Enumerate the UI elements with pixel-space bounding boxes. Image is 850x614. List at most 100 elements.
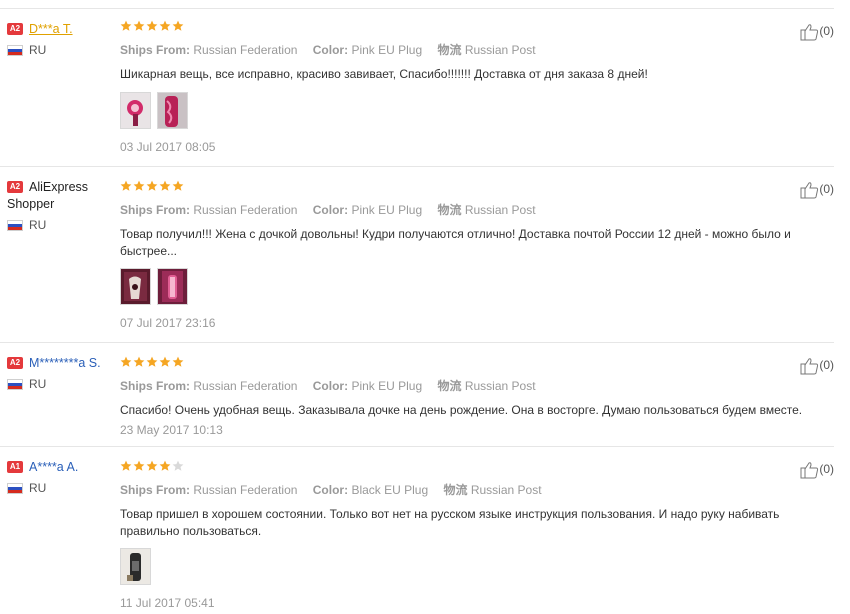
star-icon	[133, 356, 145, 368]
useful-count: (0)	[819, 24, 834, 38]
country: RU	[7, 43, 117, 57]
logistics-label: 物流	[437, 379, 462, 393]
logistics-label: 物流	[437, 203, 462, 217]
useful-button[interactable]: (0)	[794, 22, 834, 41]
useful-button[interactable]: (0)	[794, 460, 834, 479]
country-code: RU	[29, 376, 47, 391]
review-text: Товар получил!!! Жена с дочкой довольны!…	[120, 227, 791, 258]
review-text: Спасибо! Очень удобная вещь. Заказывала …	[120, 403, 803, 417]
user-info: A2 M********a S. RU	[7, 354, 117, 391]
review-text: Товар пришел в хорошем состоянии. Только…	[120, 507, 780, 538]
thumbs-up-icon[interactable]	[800, 23, 819, 41]
color-value: Pink EU Plug	[351, 379, 423, 393]
country: RU	[7, 218, 117, 232]
star-icon	[146, 356, 158, 368]
feedback-list: A2 D***a T. RU Ships From: Russian Federa…	[0, 0, 850, 614]
color-label: Color:	[312, 483, 349, 497]
buyer-level-badge: A2	[7, 356, 23, 369]
useful-button[interactable]: (0)	[794, 356, 834, 375]
star-icon	[172, 20, 184, 32]
country-code: RU	[29, 42, 47, 57]
user-info: A2 D***a T. RU	[7, 20, 117, 57]
logistics-value: Russian Post	[464, 203, 536, 217]
buyer-level-badge: A2	[7, 180, 23, 193]
star-rating	[120, 20, 835, 34]
review-photo-thumbnail[interactable]	[157, 268, 188, 305]
useful-count: (0)	[819, 358, 834, 372]
review-content: Ships From: Russian Federation Color: Pi…	[120, 356, 835, 437]
star-icon	[133, 20, 145, 32]
star-icon	[159, 460, 171, 472]
country: RU	[7, 377, 117, 391]
thumbs-up-icon[interactable]	[800, 357, 819, 375]
order-info: Ships From: Russian Federation Color: Pi…	[120, 203, 835, 218]
logistics-label: 物流	[443, 483, 468, 497]
review-photo-thumbnail[interactable]	[120, 548, 151, 585]
review-date: 23 May 2017 10:13	[120, 422, 223, 437]
review-photos	[120, 268, 835, 308]
review-content: Ships From: Russian Federation Color: Pi…	[120, 180, 835, 330]
russia-flag-icon	[7, 379, 23, 391]
country-code: RU	[29, 480, 47, 495]
user-info: A2 AliExpress Shopper RU	[7, 178, 117, 232]
star-icon	[172, 460, 184, 472]
star-icon	[120, 180, 132, 192]
star-icon	[159, 356, 171, 368]
logistics-value: Russian Post	[464, 379, 536, 393]
logistics-value: Russian Post	[464, 43, 536, 57]
review-content: Ships From: Russian Federation Color: Pi…	[120, 20, 835, 154]
ships-from-label: Ships From:	[120, 483, 191, 497]
user-name-link[interactable]: D***a T.	[29, 22, 73, 36]
review-photo-thumbnail[interactable]	[157, 91, 188, 129]
ships-from-value: Russian Federation	[193, 203, 298, 217]
logistics-label: 物流	[437, 43, 462, 57]
thumbs-up-icon[interactable]	[800, 461, 819, 479]
user-name-link[interactable]: A****a A.	[29, 460, 78, 474]
useful-button[interactable]: (0)	[794, 180, 834, 199]
star-icon	[120, 20, 132, 32]
review-date: 03 Jul 2017 08:05	[120, 139, 216, 154]
review-item: A1 A****a A. RU Ships From: Russian Feder…	[0, 446, 850, 614]
star-icon	[146, 460, 158, 472]
ships-from-value: Russian Federation	[193, 43, 298, 57]
buyer-level-badge: A1	[7, 460, 23, 473]
review-item: A2 M********a S. RU Ships From: Russian F…	[0, 342, 850, 446]
order-info: Ships From: Russian Federation Color: Pi…	[120, 379, 835, 394]
color-label: Color:	[312, 43, 349, 57]
star-icon	[159, 20, 171, 32]
review-item: A2 AliExpress Shopper RU Ships From: Russ…	[0, 166, 850, 342]
ships-from-label: Ships From:	[120, 379, 191, 393]
order-info: Ships From: Russian Federation Color: Pi…	[120, 43, 835, 58]
review-photo-thumbnail[interactable]	[120, 268, 151, 305]
useful-count: (0)	[819, 462, 834, 476]
color-value: Pink EU Plug	[351, 43, 423, 57]
review-text: Шикарная вещь, все исправно, красиво зав…	[120, 67, 648, 81]
color-label: Color:	[312, 379, 349, 393]
star-icon	[146, 20, 158, 32]
order-info: Ships From: Russian Federation Color: Bl…	[120, 483, 835, 498]
thumbs-up-icon[interactable]	[800, 181, 819, 199]
star-icon	[146, 180, 158, 192]
ships-from-value: Russian Federation	[193, 483, 298, 497]
review-photos	[120, 91, 835, 132]
star-icon	[172, 180, 184, 192]
color-value: Pink EU Plug	[351, 203, 423, 217]
user-name-link[interactable]: M********a S.	[29, 356, 101, 370]
review-photo-thumbnail[interactable]	[120, 91, 151, 129]
star-icon	[133, 180, 145, 192]
review-item: A2 D***a T. RU Ships From: Russian Federa…	[0, 8, 850, 166]
review-date: 07 Jul 2017 23:16	[120, 316, 216, 330]
color-value: Black EU Plug	[351, 483, 429, 497]
country-code: RU	[29, 217, 47, 232]
country: RU	[7, 481, 117, 495]
review-content: Ships From: Russian Federation Color: Bl…	[120, 460, 835, 610]
star-icon	[120, 356, 132, 368]
star-rating	[120, 356, 835, 370]
review-photos	[120, 548, 835, 588]
star-rating	[120, 460, 835, 474]
russia-flag-icon	[7, 45, 23, 57]
star-icon	[172, 356, 184, 368]
color-label: Color:	[312, 203, 349, 217]
ships-from-value: Russian Federation	[193, 379, 298, 393]
review-date: 11 Jul 2017 05:41	[120, 596, 215, 610]
